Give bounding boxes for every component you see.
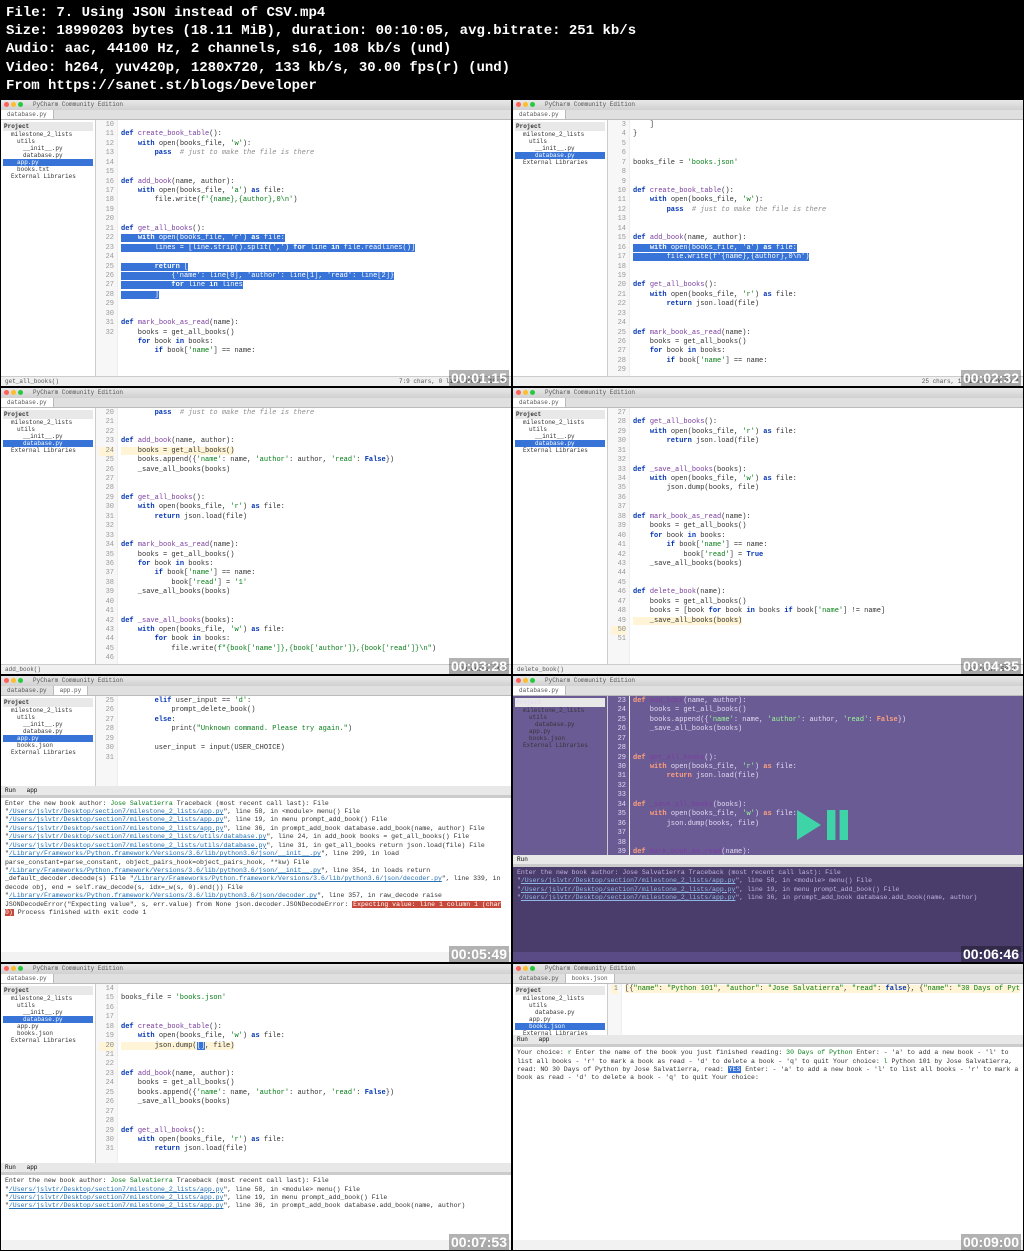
status-bar: get_all_books()7:9 chars, 0 line breaks … <box>1 376 511 386</box>
project-sidebar[interactable]: Project milestone_2_lists utils __init__… <box>1 120 96 376</box>
thumb-1: PyCharm Community Edition database.py Pr… <box>0 99 512 387</box>
run-console[interactable]: Enter the new book author: Jose Salvatie… <box>1 796 511 952</box>
thumb-8: PyCharm Community Edition database.pyboo… <box>512 963 1024 1251</box>
timestamp: 00:01:15 <box>449 370 509 386</box>
thumb-3: PyCharm Community Edition database.py Pr… <box>0 387 512 675</box>
code-editor[interactable]: 1011121314151617181920212223242526272829… <box>96 120 511 376</box>
titlebar: PyCharm Community Edition <box>1 100 511 110</box>
thumb-5: PyCharm Community Edition database.pyapp… <box>0 675 512 963</box>
thumbnail-grid: PyCharm Community Edition database.py Pr… <box>0 99 1024 1251</box>
run-console-header: Run app <box>1 786 511 796</box>
play-pause-overlay[interactable] <box>794 805 854 848</box>
thumb-2: PyCharm Community Edition database.py Pr… <box>512 99 1024 387</box>
tabbar: database.py <box>1 110 511 120</box>
line-gutter: 1011121314151617181920212223242526272829… <box>96 120 118 376</box>
thumb-4: PyCharm Community Edition database.py Pr… <box>512 387 1024 675</box>
code-content[interactable]: def create_book_table(): with open(books… <box>118 120 511 376</box>
tab-database[interactable]: database.py <box>1 110 54 119</box>
file-info: File: 7. Using JSON instead of CSV.mp4 S… <box>0 0 1024 99</box>
thumb-6: PyCharm Community Edition database.py Pr… <box>512 675 1024 963</box>
thumb-7: PyCharm Community Edition database.py Pr… <box>0 963 512 1251</box>
